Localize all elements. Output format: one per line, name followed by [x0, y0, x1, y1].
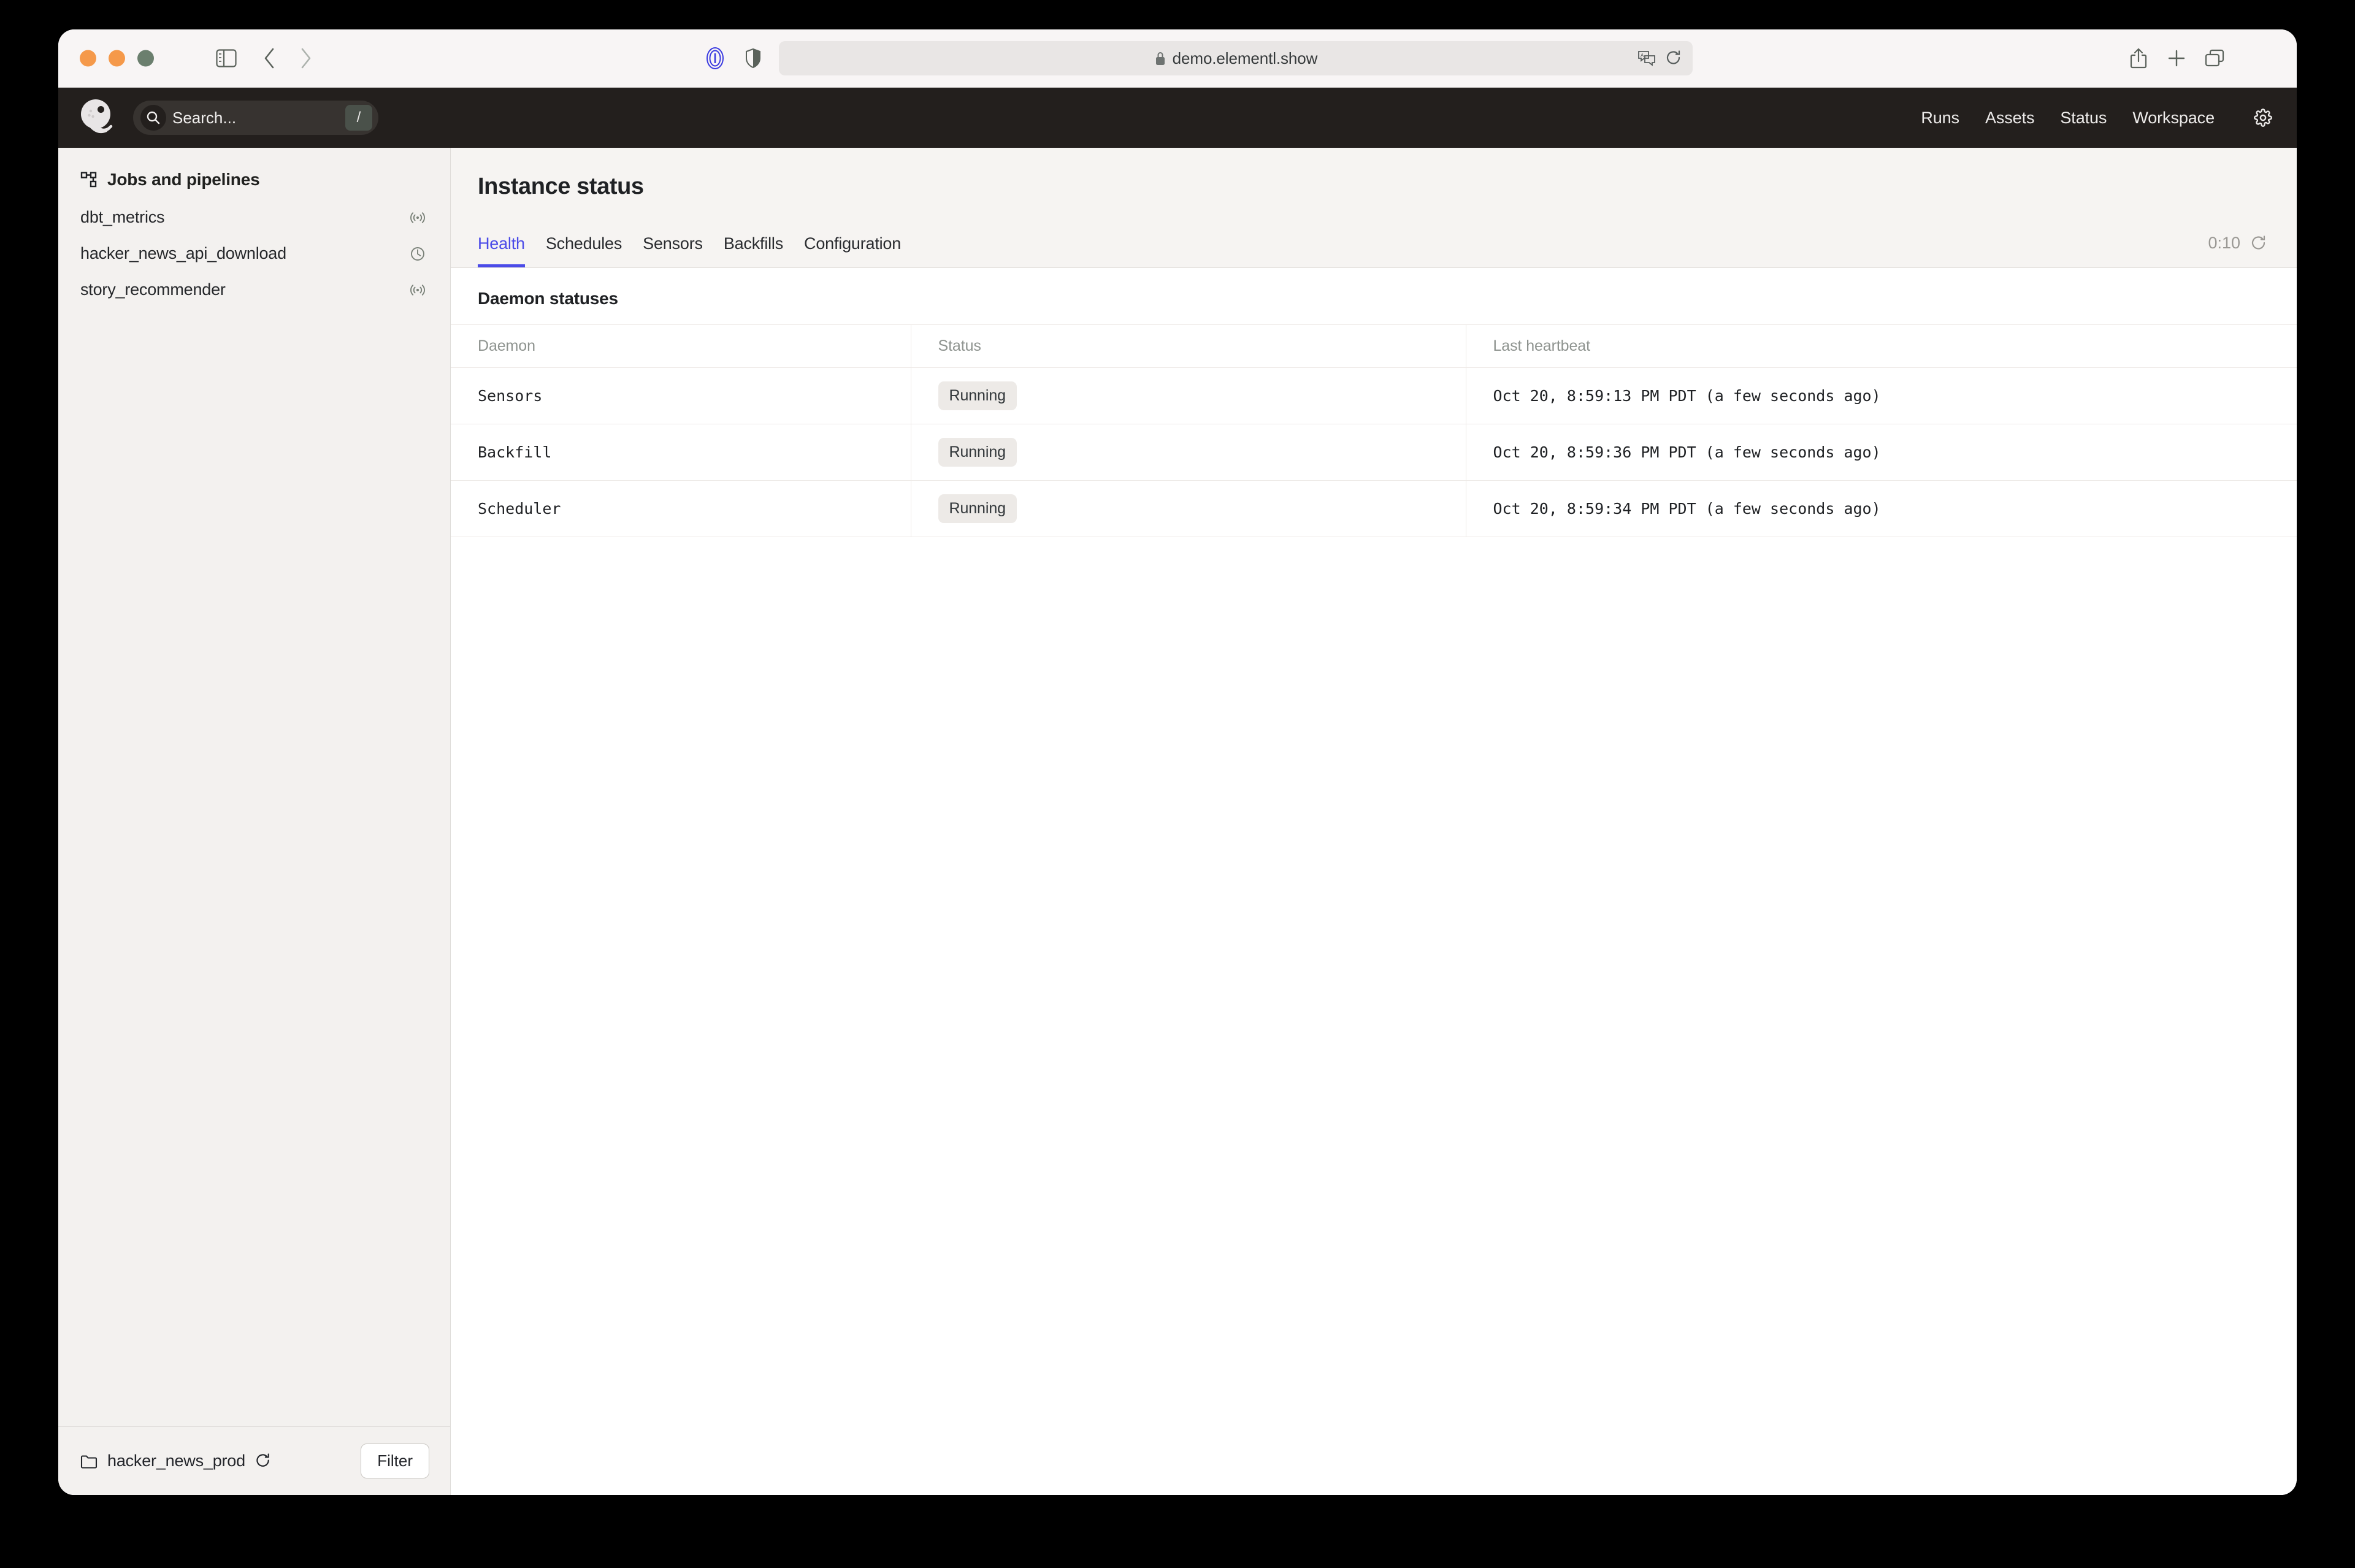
table-row[interactable]: Scheduler Running Oct 20, 8:59:34 PM PDT…: [451, 481, 2297, 537]
shield-icon[interactable]: [737, 42, 769, 74]
main-content: Instance status Health Schedules Sensors…: [451, 148, 2297, 1495]
table-header-row: Daemon Status Last heartbeat: [451, 325, 2297, 368]
cell-status: Running: [911, 368, 1466, 424]
cell-status: Running: [911, 481, 1466, 537]
reload-icon[interactable]: [255, 1453, 271, 1469]
tab-bar: Health Schedules Sensors Backfills Confi…: [478, 223, 2270, 267]
nav-link-runs[interactable]: Runs: [1918, 104, 1962, 132]
tab-configuration[interactable]: Configuration: [804, 234, 901, 267]
nav-link-assets[interactable]: Assets: [1983, 104, 2037, 132]
folder-icon: [80, 1454, 98, 1469]
search-icon: [140, 105, 166, 131]
maximize-button[interactable]: [137, 50, 154, 67]
tab-backfills[interactable]: Backfills: [724, 234, 783, 267]
sidebar-footer: hacker_news_prod Filter: [58, 1426, 450, 1495]
cell-daemon-name: Backfill: [451, 424, 911, 481]
section-title-daemon-statuses: Daemon statuses: [451, 268, 2297, 324]
dagster-app: Search... / Runs Assets Status Workspace: [58, 88, 2297, 1495]
search-input[interactable]: Search... /: [133, 101, 378, 135]
app-top-navigation: Search... / Runs Assets Status Workspace: [58, 88, 2297, 148]
url-text: demo.elementl.show: [1173, 49, 1318, 68]
main-header: Instance status Health Schedules Sensors…: [451, 148, 2297, 268]
schedule-clock-icon: [410, 246, 426, 262]
app-body: Jobs and pipelines dbt_metrics: [58, 148, 2297, 1495]
column-header-status: Status: [911, 325, 1466, 368]
page-title: Instance status: [478, 148, 2270, 200]
sidebar-item-label: hacker_news_api_download: [80, 244, 286, 263]
cell-last-heartbeat: Oct 20, 8:59:34 PM PDT (a few seconds ag…: [1466, 481, 2297, 537]
table-body: Sensors Running Oct 20, 8:59:13 PM PDT (…: [451, 368, 2297, 537]
cell-daemon-name: Sensors: [451, 368, 911, 424]
browser-toolbar: demo.elementl.show A: [58, 29, 2297, 88]
sidebar-toggle-icon[interactable]: [210, 42, 242, 74]
svg-text:A: A: [1641, 53, 1644, 58]
share-icon[interactable]: [2123, 42, 2154, 74]
search-shortcut-key: /: [345, 105, 372, 131]
sidebar-section-label: Jobs and pipelines: [107, 170, 259, 189]
column-header-last-heartbeat: Last heartbeat: [1466, 325, 2297, 368]
minimize-button[interactable]: [109, 50, 125, 67]
refresh-countdown: 0:10: [2208, 234, 2240, 253]
address-bar-actions: A: [1637, 50, 1682, 67]
column-header-daemon: Daemon: [451, 325, 911, 368]
chevron-right-icon[interactable]: [290, 42, 322, 74]
daemon-statuses-table: Daemon Status Last heartbeat Sensors Run…: [451, 324, 2297, 537]
job-graph-icon: [80, 171, 98, 188]
sidebar-item-label: story_recommender: [80, 280, 226, 299]
nav-link-status[interactable]: Status: [2058, 104, 2109, 132]
reload-icon[interactable]: [1666, 50, 1682, 67]
refresh-controls: 0:10: [2208, 234, 2267, 253]
sidebar-item-dbt-metrics[interactable]: dbt_metrics: [58, 199, 450, 235]
dagster-logo-icon[interactable]: [75, 95, 121, 140]
plus-icon[interactable]: [2161, 42, 2192, 74]
chevron-left-icon[interactable]: [253, 42, 285, 74]
tab-schedules[interactable]: Schedules: [546, 234, 622, 267]
tab-health[interactable]: Health: [478, 234, 525, 267]
privacy-report-icon[interactable]: [699, 42, 731, 74]
search-placeholder: Search...: [172, 109, 339, 128]
status-badge: Running: [938, 381, 1017, 410]
repository-name[interactable]: hacker_news_prod: [107, 1451, 245, 1470]
table-row[interactable]: Sensors Running Oct 20, 8:59:13 PM PDT (…: [451, 368, 2297, 424]
window-traffic-lights: [80, 50, 154, 67]
sidebar-section-jobs-and-pipelines[interactable]: Jobs and pipelines: [58, 148, 450, 199]
cell-daemon-name: Scheduler: [451, 481, 911, 537]
sidebar-item-story-recommender[interactable]: story_recommender: [58, 272, 450, 308]
tab-overview-icon[interactable]: [2199, 42, 2231, 74]
top-nav-links: Runs Assets Status Workspace: [1918, 104, 2272, 132]
status-badge: Running: [938, 494, 1017, 523]
refresh-icon[interactable]: [2250, 235, 2267, 252]
sensor-icon: [410, 282, 426, 298]
sidebar-item-label: dbt_metrics: [80, 208, 164, 227]
gear-icon[interactable]: [2254, 109, 2272, 127]
nav-link-workspace[interactable]: Workspace: [2130, 104, 2217, 132]
tab-sensors[interactable]: Sensors: [643, 234, 703, 267]
left-sidebar: Jobs and pipelines dbt_metrics: [58, 148, 451, 1495]
filter-button[interactable]: Filter: [361, 1444, 429, 1478]
lock-icon: [1154, 50, 1166, 66]
cell-last-heartbeat: Oct 20, 8:59:36 PM PDT (a few seconds ag…: [1466, 424, 2297, 481]
cell-status: Running: [911, 424, 1466, 481]
address-bar[interactable]: demo.elementl.show A: [779, 41, 1693, 75]
table-header: Daemon Status Last heartbeat: [451, 325, 2297, 368]
sidebar-scroll-area: Jobs and pipelines dbt_metrics: [58, 148, 450, 1426]
close-button[interactable]: [80, 50, 96, 67]
sensor-icon: [410, 210, 426, 226]
cell-last-heartbeat: Oct 20, 8:59:13 PM PDT (a few seconds ag…: [1466, 368, 2297, 424]
translate-icon[interactable]: A: [1637, 50, 1656, 67]
table-row[interactable]: Backfill Running Oct 20, 8:59:36 PM PDT …: [451, 424, 2297, 481]
browser-window: demo.elementl.show A: [58, 29, 2297, 1495]
status-badge: Running: [938, 438, 1017, 467]
sidebar-item-hacker-news-api-download[interactable]: hacker_news_api_download: [58, 235, 450, 272]
